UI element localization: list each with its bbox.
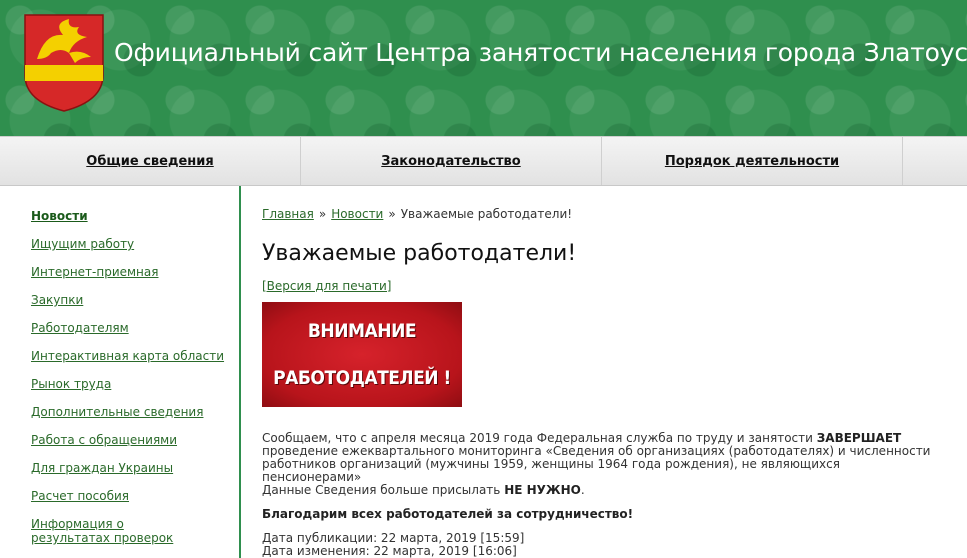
sidebar-item-ukraine-citizens[interactable]: Для граждан Украины xyxy=(31,461,231,475)
breadcrumb-separator: » xyxy=(318,207,327,221)
breadcrumb-news-link[interactable]: Новости xyxy=(331,207,383,221)
site-title: Официальный сайт Центра занятости населе… xyxy=(114,38,967,67)
sidebar-item-interactive-map[interactable]: Интерактивная карта области xyxy=(31,349,231,363)
sidebar-item-news[interactable]: Новости xyxy=(31,209,231,223)
nav-procedure[interactable]: Порядок деятельности xyxy=(602,137,903,185)
breadcrumb-current: Уважаемые работодатели! xyxy=(400,207,573,221)
sidebar-item-inspection-results[interactable]: Информация о результатах проверок xyxy=(31,517,201,545)
nav-general-info[interactable]: Общие сведения xyxy=(0,137,301,185)
nav-legislation[interactable]: Законодательство xyxy=(301,137,602,185)
sidebar-item-internet-reception[interactable]: Интернет-приемная xyxy=(31,265,231,279)
sidebar-item-job-seekers[interactable]: Ищущим работу xyxy=(31,237,231,251)
page-title: Уважаемые работодатели! xyxy=(262,241,577,266)
sidebar-item-additional-info[interactable]: Дополнительные сведения xyxy=(31,405,231,419)
top-navigation: Общие сведения Законодательство Порядок … xyxy=(0,136,967,186)
city-crest-logo[interactable] xyxy=(23,13,105,113)
sidebar-menu: Новости Ищущим работу Интернет-приемная … xyxy=(0,186,241,558)
sidebar-item-employers[interactable]: Работодателям xyxy=(31,321,231,335)
article-paragraph-1: Сообщаем, что с апреля месяца 2019 года … xyxy=(262,431,931,484)
sidebar-item-appeals[interactable]: Работа с обращениями xyxy=(31,433,231,447)
banner-line-2: РАБОТОДАТЕЛЕЙ ! xyxy=(273,366,451,389)
site-header: Официальный сайт Центра занятости населе… xyxy=(0,0,967,136)
sidebar-item-labor-market[interactable]: Рынок труда xyxy=(31,377,231,391)
breadcrumb-separator: » xyxy=(388,207,396,221)
print-version-link[interactable]: [Версия для печати] xyxy=(262,279,392,293)
sidebar-item-procurement[interactable]: Закупки xyxy=(31,293,231,307)
attention-banner-image: ВНИМАНИЕ РАБОТОДАТЕЛЕЙ ! xyxy=(262,302,462,407)
article-paragraph-3: Благодарим всех работодателей за сотрудн… xyxy=(262,507,634,521)
banner-line-1: ВНИМАНИЕ xyxy=(307,320,417,343)
modification-date: Дата изменения: 22 марта, 2019 [16:06] xyxy=(262,544,517,558)
article-paragraph-2: Данные Сведения больше присылать НЕ НУЖН… xyxy=(262,483,585,497)
sidebar-item-benefit-calc[interactable]: Расчет пособия xyxy=(31,489,231,503)
breadcrumb-home-link[interactable]: Главная xyxy=(262,207,314,221)
breadcrumb: Главная » Новости » Уважаемые работодатели! xyxy=(262,207,572,221)
